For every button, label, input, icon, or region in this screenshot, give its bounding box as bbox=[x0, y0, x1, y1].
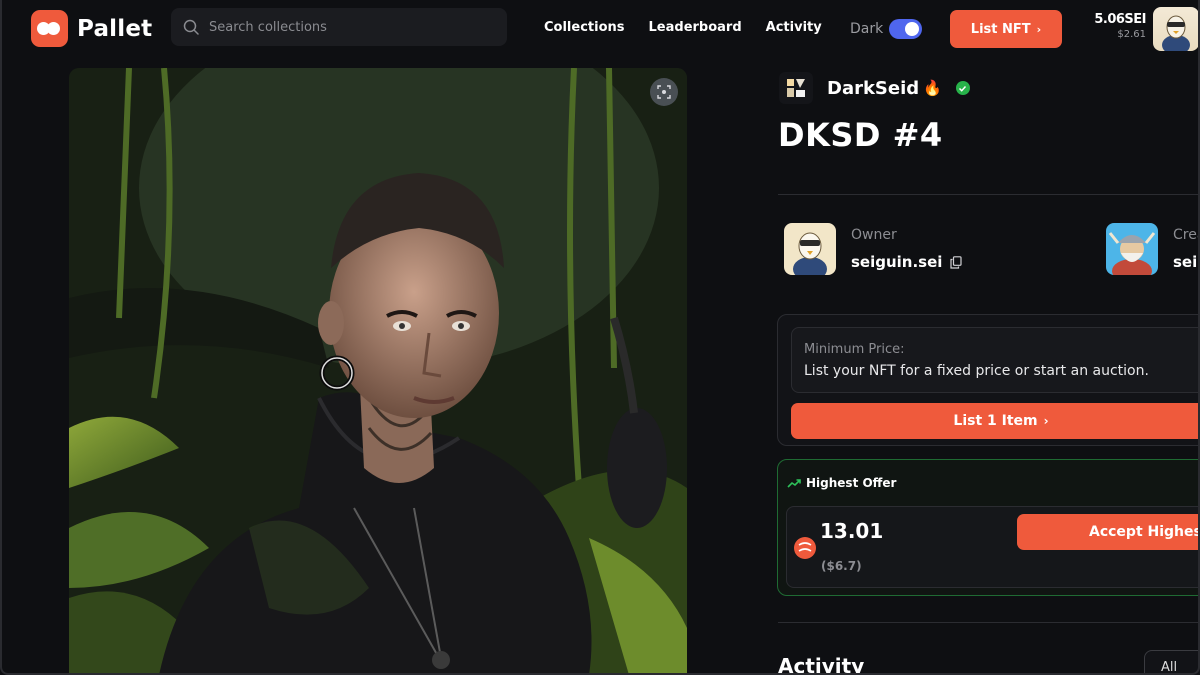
owner-block[interactable]: Owner seiguin.sei bbox=[784, 223, 963, 275]
nft-artwork bbox=[69, 68, 687, 675]
listing-card: Minimum Price: List your NFT for a fixed… bbox=[777, 314, 1200, 446]
sei-coin-icon bbox=[794, 537, 816, 559]
copy-icon[interactable] bbox=[950, 255, 963, 269]
owner-name[interactable]: seiguin.sei bbox=[851, 253, 942, 271]
nav-leaderboard[interactable]: Leaderboard bbox=[649, 20, 742, 35]
creator-role-label: Crea bbox=[1173, 227, 1200, 243]
list-item-button[interactable]: List 1 Item › bbox=[791, 403, 1200, 439]
expand-image-button[interactable] bbox=[650, 78, 678, 106]
top-bar: Pallet Collections Leaderboard Activity … bbox=[0, 0, 1200, 60]
trend-up-icon bbox=[787, 479, 801, 488]
user-avatar[interactable] bbox=[1153, 7, 1199, 51]
nav-collections[interactable]: Collections bbox=[544, 20, 625, 35]
nft-portrait-image bbox=[69, 68, 687, 675]
penguin-avatar-icon bbox=[784, 223, 836, 275]
offer-details: 13.01 ($6.7) Accept Highest bbox=[786, 506, 1200, 588]
search-input[interactable] bbox=[209, 19, 489, 35]
offer-amount: 13.01 bbox=[820, 519, 884, 543]
highest-offer-label: Highest Offer bbox=[806, 476, 897, 490]
search-icon bbox=[183, 19, 199, 35]
app-name: Pallet bbox=[77, 15, 153, 42]
divider bbox=[778, 194, 1200, 195]
highest-offer-card: Highest Offer 13.01 ($6.7) Accept Highes… bbox=[777, 459, 1200, 596]
dark-mode-toggle[interactable] bbox=[889, 19, 923, 39]
usd-balance: $2.61 bbox=[1117, 29, 1146, 40]
pallet-logo[interactable]: Pallet bbox=[31, 10, 152, 47]
collection-header[interactable]: DarkSeid 🔥 bbox=[779, 72, 970, 104]
minimum-price-box: Minimum Price: List your NFT for a fixed… bbox=[791, 327, 1200, 393]
offer-usd-value: ($6.7) bbox=[821, 559, 862, 573]
search-bar[interactable] bbox=[171, 8, 507, 46]
pallet-logo-icon bbox=[31, 10, 68, 47]
creator-name[interactable]: sei1 bbox=[1173, 253, 1200, 271]
accept-highest-button[interactable]: Accept Highest bbox=[1017, 514, 1200, 550]
nav-activity[interactable]: Activity bbox=[766, 20, 822, 35]
activity-filter-dropdown[interactable]: All bbox=[1144, 650, 1200, 675]
activity-title: Activity bbox=[778, 654, 865, 675]
minimum-price-label: Minimum Price: bbox=[804, 342, 905, 357]
theme-switch: Dark bbox=[850, 19, 923, 39]
main-nav: Collections Leaderboard Activity bbox=[544, 20, 822, 35]
penguin-avatar-icon bbox=[1162, 15, 1190, 51]
listing-description: List your NFT for a fixed price or start… bbox=[804, 363, 1149, 379]
sei-balance: 5.06SEI bbox=[1094, 12, 1146, 27]
creator-avatar[interactable] bbox=[1106, 223, 1158, 275]
list-item-label: List 1 Item bbox=[953, 413, 1038, 429]
expand-icon bbox=[657, 85, 671, 99]
owner-role-label: Owner bbox=[851, 227, 897, 243]
wallet-balance[interactable]: 5.06SEI $2.61 bbox=[1094, 12, 1146, 40]
arrow-right-icon: › bbox=[1043, 414, 1049, 428]
list-nft-label: List NFT bbox=[970, 21, 1031, 37]
fire-icon: 🔥 bbox=[923, 79, 942, 97]
viking-avatar-icon bbox=[1106, 223, 1158, 275]
highest-offer-header: Highest Offer bbox=[787, 476, 896, 490]
divider bbox=[778, 622, 1200, 623]
nft-title: DKSD #4 bbox=[778, 116, 943, 154]
list-nft-button[interactable]: List NFT › bbox=[950, 10, 1062, 48]
owner-avatar[interactable] bbox=[784, 223, 836, 275]
verified-badge-icon bbox=[955, 81, 970, 95]
theme-label: Dark bbox=[850, 21, 884, 37]
creator-block[interactable]: Crea sei1 bbox=[1106, 223, 1200, 275]
arrow-right-icon: › bbox=[1036, 22, 1042, 36]
collection-name[interactable]: DarkSeid bbox=[827, 78, 919, 99]
collection-logo-icon bbox=[779, 72, 813, 104]
